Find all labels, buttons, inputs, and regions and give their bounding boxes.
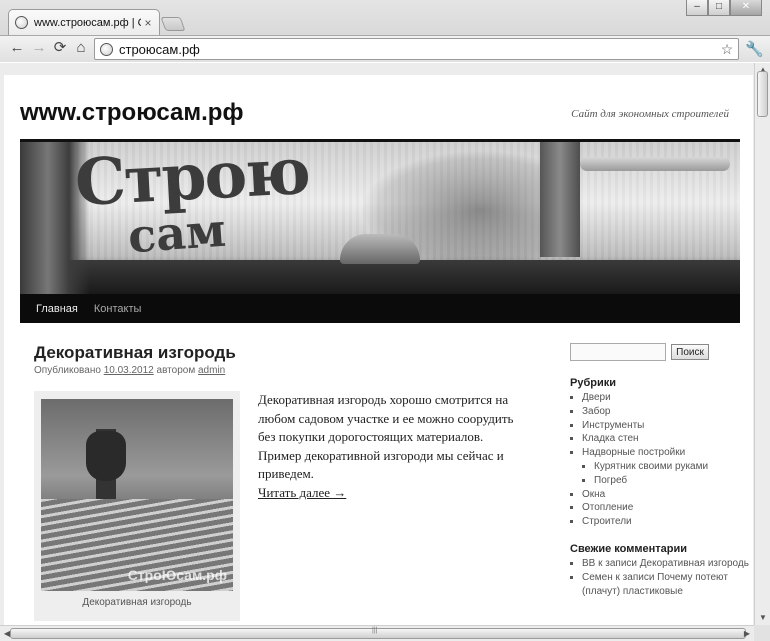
recent-comments-list: ВВ к записи Декоративная изгородь Семен …: [582, 557, 750, 598]
browser-tab[interactable]: www.строюсам.рф | Сайт ... ×: [8, 9, 160, 35]
home-icon[interactable]: ⌂: [72, 39, 90, 57]
post-author-link[interactable]: admin: [198, 365, 225, 376]
category-item: Надворные постройки Курятник своими рука…: [582, 446, 750, 487]
subcategory-item[interactable]: Погреб: [594, 474, 750, 488]
wrench-icon[interactable]: 🔧: [745, 40, 764, 58]
recent-comments-title: Свежие комментарии: [570, 543, 687, 555]
category-item[interactable]: Забор: [582, 405, 750, 419]
browser-toolbar: ← → ⟳ ⌂ ☆ 🔧: [0, 35, 770, 62]
forward-icon[interactable]: →: [30, 39, 48, 57]
category-item[interactable]: Окна: [582, 488, 750, 502]
scroll-right-icon[interactable]: ▶: [740, 626, 754, 641]
post-excerpt: Декоративная изгородь хорошо смотрится н…: [258, 392, 514, 481]
image-watermark: СтроЮсам.рф: [127, 567, 227, 583]
categories-title: Рубрики: [570, 377, 616, 389]
back-icon[interactable]: ←: [8, 39, 26, 57]
post-body: Декоративная изгородь хорошо смотрится н…: [258, 391, 528, 502]
post-image[interactable]: СтроЮсам.рф: [41, 399, 233, 591]
subcategory-item[interactable]: Курятник своими руками: [594, 460, 750, 474]
bookmark-star-icon[interactable]: ☆: [718, 41, 736, 58]
category-item[interactable]: Двери: [582, 391, 750, 405]
scrollbar-corner: [754, 625, 770, 641]
reload-icon[interactable]: ⟳: [51, 39, 69, 57]
banner-plane-tool: [340, 234, 420, 264]
banner-shelf: [20, 260, 740, 294]
horizontal-scroll-thumb[interactable]: [10, 628, 746, 639]
scroll-down-icon[interactable]: ▼: [755, 611, 770, 625]
menu-item-home[interactable]: Главная: [36, 303, 78, 315]
category-item[interactable]: Инструменты: [582, 419, 750, 433]
site-description: Сайт для экономных строителей: [571, 108, 729, 120]
page-info-icon[interactable]: [100, 42, 113, 56]
search-button[interactable]: Поиск: [671, 344, 709, 360]
header-banner[interactable]: Строю сам: [20, 142, 740, 294]
page-content: www.строюсам.рф Сайт для экономных строи…: [4, 75, 753, 625]
comment-item[interactable]: Семен к записи Почему потеют (плачут) пл…: [582, 571, 750, 599]
read-more-link[interactable]: Читать далее →: [258, 485, 346, 500]
globe-icon: [15, 16, 28, 29]
menu-item-contacts[interactable]: Контакты: [94, 303, 142, 315]
vertical-scrollbar[interactable]: ▲ ▼: [754, 63, 770, 625]
main-menu: Главная Контакты: [20, 294, 740, 323]
post-title[interactable]: Декоративная изгородь: [34, 343, 236, 363]
post-meta: Опубликовано 10.03.2012 автором admin: [34, 365, 225, 376]
category-label[interactable]: Надворные постройки: [582, 447, 685, 458]
post-meta-prefix: Опубликовано: [34, 365, 101, 376]
search-input[interactable]: [570, 343, 666, 361]
scroll-grip: |||: [372, 627, 378, 634]
banner-roller-handle: [580, 157, 730, 171]
minimize-button[interactable]: –: [686, 0, 708, 16]
categories-list: Двери Забор Инструменты Кладка стен Надв…: [582, 391, 750, 529]
site-title[interactable]: www.строюсам.рф: [20, 99, 243, 127]
category-item[interactable]: Отопление: [582, 501, 750, 515]
address-input[interactable]: [119, 41, 718, 57]
post-date-link[interactable]: 10.03.2012: [104, 365, 154, 376]
fence-pot: [86, 431, 126, 481]
vertical-scroll-thumb[interactable]: [757, 71, 768, 117]
new-tab-button[interactable]: [160, 17, 186, 31]
address-bar[interactable]: ☆: [94, 38, 739, 60]
category-item[interactable]: Строители: [582, 515, 750, 529]
banner-roller: [540, 142, 580, 257]
post-figure: СтроЮсам.рф Декоративная изгородь: [34, 391, 240, 621]
window-controls: – □ ✕: [686, 0, 762, 16]
banner-logo-line2: сам: [126, 202, 228, 264]
post-author-prefix: автором: [156, 365, 196, 376]
maximize-button[interactable]: □: [708, 0, 730, 16]
tab-title: www.строюсам.рф | Сайт ...: [34, 16, 141, 29]
subcategories-list: Курятник своими руками Погреб: [594, 460, 750, 488]
comment-item[interactable]: ВВ к записи Декоративная изгородь: [582, 557, 750, 571]
horizontal-scrollbar[interactable]: ◀ ||| ▶: [0, 625, 754, 641]
category-item[interactable]: Кладка стен: [582, 432, 750, 446]
tab-close-icon[interactable]: ×: [141, 16, 155, 30]
image-caption: Декоративная изгородь: [82, 597, 192, 608]
page-viewport: www.строюсам.рф Сайт для экономных строи…: [0, 63, 754, 625]
close-window-button[interactable]: ✕: [730, 0, 762, 16]
